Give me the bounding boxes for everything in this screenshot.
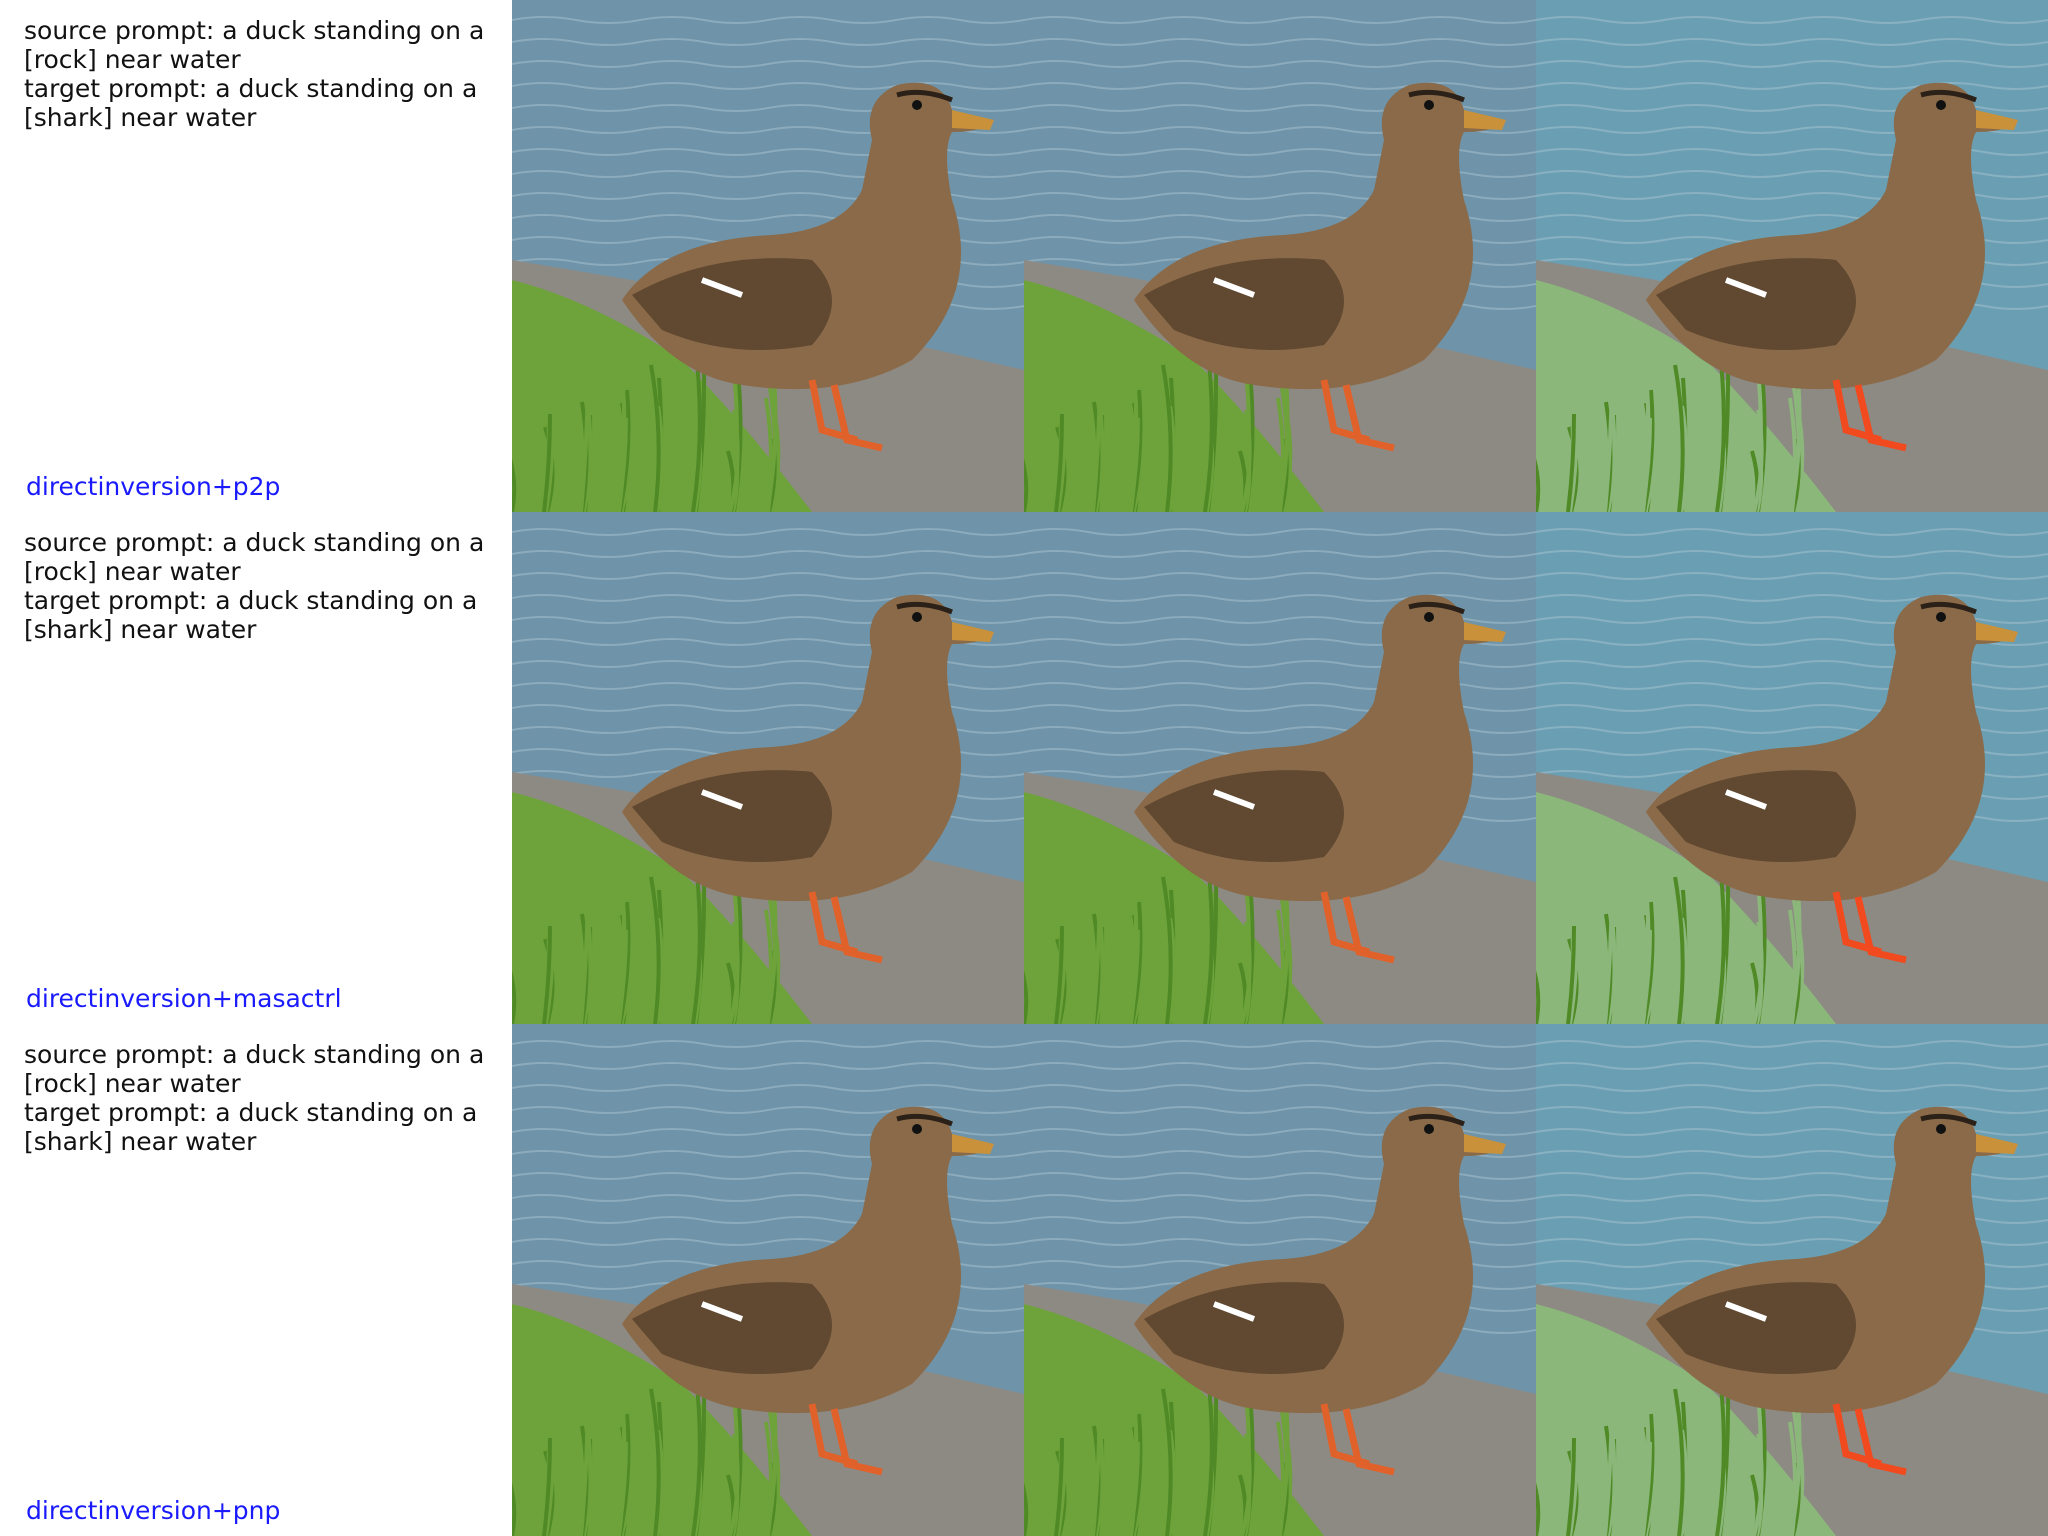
duck-scene (512, 512, 1024, 1024)
result-row-pnp: source prompt: a duck standing on a [roc… (0, 1024, 2048, 1536)
source-image (512, 512, 1024, 1024)
reconstruction-image (1024, 1024, 1536, 1536)
prompt-text: source prompt: a duck standing on a [roc… (24, 528, 494, 644)
target-prompt: target prompt: a duck standing on a [sha… (24, 1098, 478, 1156)
duck-scene (1536, 0, 2048, 512)
target-prompt: target prompt: a duck standing on a [sha… (24, 74, 478, 132)
target-prompt: target prompt: a duck standing on a [sha… (24, 586, 478, 644)
source-prompt: source prompt: a duck standing on a [roc… (24, 1040, 485, 1098)
source-image (512, 0, 1024, 512)
method-label: directinversion+pnp (26, 1496, 281, 1525)
duck-scene (1024, 512, 1536, 1024)
duck-scene (1536, 1024, 2048, 1536)
source-prompt: source prompt: a duck standing on a [roc… (24, 528, 485, 586)
edited-image (1536, 512, 2048, 1024)
edited-image (1536, 1024, 2048, 1536)
prompt-panel: source prompt: a duck standing on a [roc… (0, 0, 512, 512)
duck-scene (512, 0, 1024, 512)
prompt-panel: source prompt: a duck standing on a [roc… (0, 1024, 512, 1536)
reconstruction-image (1024, 0, 1536, 512)
reconstruction-image (1024, 512, 1536, 1024)
prompt-text: source prompt: a duck standing on a [roc… (24, 1040, 494, 1156)
edited-image (1536, 0, 2048, 512)
result-row-masactrl: source prompt: a duck standing on a [roc… (0, 512, 2048, 1024)
method-label: directinversion+p2p (26, 472, 281, 501)
duck-scene (1536, 512, 2048, 1024)
source-image (512, 1024, 1024, 1536)
source-prompt: source prompt: a duck standing on a [roc… (24, 16, 485, 74)
comparison-grid: source prompt: a duck standing on a [roc… (0, 0, 2048, 1536)
prompt-text: source prompt: a duck standing on a [roc… (24, 16, 494, 132)
duck-scene (512, 1024, 1024, 1536)
prompt-panel: source prompt: a duck standing on a [roc… (0, 512, 512, 1024)
duck-scene (1024, 0, 1536, 512)
method-label: directinversion+masactrl (26, 984, 342, 1013)
duck-scene (1024, 1024, 1536, 1536)
result-row-p2p: source prompt: a duck standing on a [roc… (0, 0, 2048, 512)
